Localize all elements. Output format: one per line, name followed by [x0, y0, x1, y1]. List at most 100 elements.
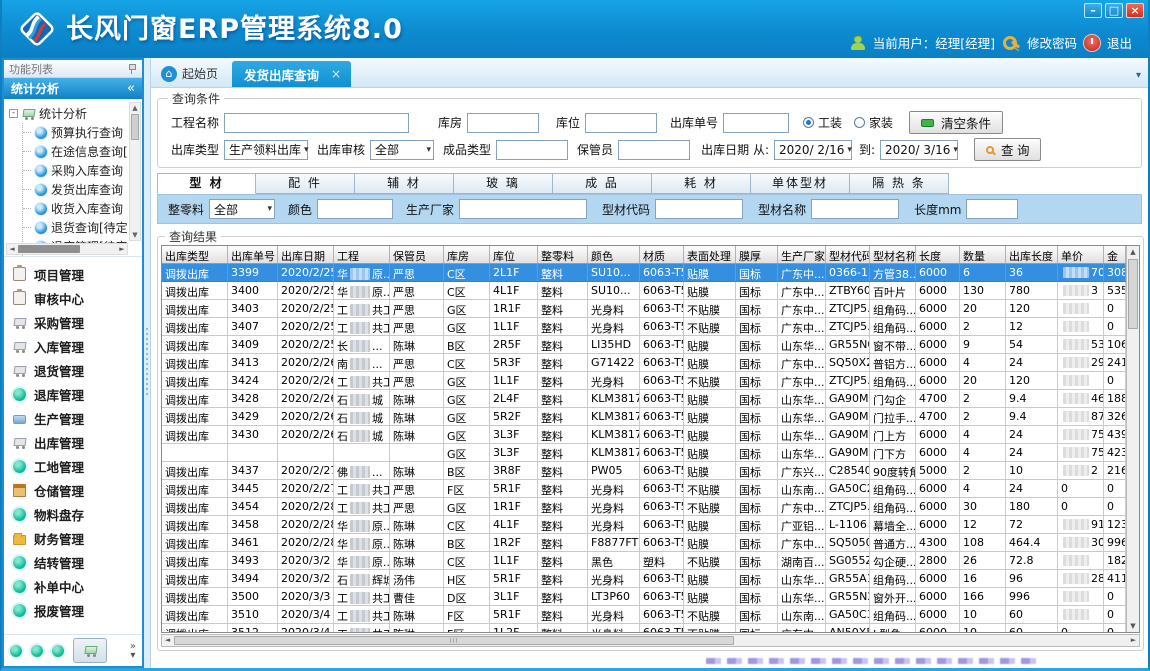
grid-vertical-scrollbar[interactable]: ▲ ▼ [1126, 246, 1139, 632]
color-input[interactable] [317, 199, 393, 219]
sidebar-item[interactable]: 物料盘存 [4, 502, 142, 526]
table-row[interactable]: 调拨出库34292020/2/26石城陈琳G区5R2F整料KLM38176063… [162, 408, 1126, 426]
whole-part-select[interactable]: 全部 [209, 199, 275, 219]
sidebar-item[interactable]: 补单中心 [4, 574, 142, 598]
tree-horizontal-scrollbar[interactable]: ◄ ► [6, 243, 128, 255]
maximize-button[interactable]: □ [1105, 3, 1123, 18]
column-header[interactable]: 库房 [444, 246, 490, 263]
table-row[interactable]: 调拨出库35102020/3/4工共工程陈琳F区5R1F整料光身料6063-T5… [162, 606, 1126, 624]
table-row[interactable]: 调拨出库34542020/2/28工共工程严思G区1R1F整料光身料6063-T… [162, 498, 1126, 516]
tree-root[interactable]: - 统计分析 [9, 103, 128, 123]
sidebar-item[interactable]: 退货管理 [4, 358, 142, 382]
table-row[interactable]: 调拨出库34942020/3/2石辉城汤伟H区5R1F整料光身料6063-T5贴… [162, 570, 1126, 588]
tab-home[interactable]: ⌂ 起始页 [157, 65, 232, 87]
tab-list-dropdown-icon[interactable]: ▾ [1136, 70, 1141, 81]
table-row[interactable]: 调拨出库34032020/2/25工共工程严思G区1R1F整料光身料6063-T… [162, 300, 1126, 318]
sidebar-item[interactable]: 工地管理 [4, 454, 142, 478]
audit-select[interactable]: 全部 [370, 140, 434, 160]
sidebar-item[interactable]: 审核中心 [4, 286, 142, 310]
column-header[interactable]: 型材名称 [870, 246, 916, 263]
project-name-input[interactable] [224, 113, 409, 133]
table-row[interactable]: 调拨出库34302020/2/26石城陈琳G区3L3F整料KLM38176063… [162, 426, 1126, 444]
column-header[interactable]: 膜厚 [736, 246, 778, 263]
column-header[interactable]: 生产厂家 [778, 246, 826, 263]
tree-item[interactable]: 收货入库查询 [23, 199, 128, 218]
date-from-select[interactable]: 2020/ 2/16 [774, 140, 852, 160]
column-header[interactable]: 保管员 [390, 246, 444, 263]
cart-tool-button[interactable] [73, 638, 107, 663]
table-row[interactable]: 调拨出库35122020/3/4工共工程陈琳F区1L2F整料光身料6063-T5… [162, 624, 1126, 632]
tree-item[interactable]: 预算执行查询 [23, 123, 128, 142]
length-input[interactable] [966, 199, 1018, 219]
table-row[interactable]: 调拨出库34612020/2/28华原...陈琳B区1R2F整料F8877FT6… [162, 534, 1126, 552]
column-header[interactable]: 出库类型 [162, 246, 228, 263]
sidebar-item[interactable]: 生产管理 [4, 406, 142, 430]
profile-code-input[interactable] [655, 199, 743, 219]
scroll-left-icon[interactable]: ◄ [162, 635, 173, 646]
table-row[interactable]: 调拨出库34452020/2/27工共工程严思F区5R1F整料光身料6063-T… [162, 480, 1126, 498]
material-tab[interactable]: 玻 璃 [454, 173, 553, 194]
search-button[interactable]: 查 询 [974, 138, 1041, 161]
sidebar-item[interactable]: 财务管理 [4, 526, 142, 550]
pin-icon[interactable] [127, 63, 137, 74]
tree-item[interactable]: 退货查询[待定] [23, 218, 128, 237]
clear-conditions-button[interactable]: 清空条件 [909, 111, 1003, 134]
table-row[interactable]: 调拨出库34002020/2/25华原...严思C区4L1F整料SU10...6… [162, 282, 1126, 300]
table-row[interactable]: 调拨出库34282020/2/26石城陈琳G区2L4F整料KLM38176063… [162, 390, 1126, 408]
minimize-button[interactable]: – [1084, 3, 1102, 18]
table-row[interactable]: 调拨出库34072020/2/25工共工程严思G区1L1F整料光身料6063-T… [162, 318, 1126, 336]
scroll-right-icon[interactable]: ► [1128, 635, 1139, 646]
maker-input[interactable] [459, 199, 587, 219]
dot-icon[interactable] [52, 645, 64, 657]
tab-shipment-outbound-query[interactable]: 发货出库查询 × [232, 61, 351, 87]
table-row[interactable]: 调拨出库33992020/2/25华原...严思C区2L1F整料SU10...6… [162, 264, 1126, 282]
column-header[interactable]: 整零料 [538, 246, 588, 263]
table-row[interactable]: G区3L3F整料KLM38176063-T5贴膜国标山东华...GA90M09.… [162, 444, 1126, 462]
scroll-up-icon[interactable]: ▲ [130, 103, 140, 113]
location-input[interactable] [585, 113, 657, 133]
scroll-down-icon[interactable]: ▼ [1127, 620, 1139, 632]
sidebar-item[interactable]: 报废管理 [4, 598, 142, 622]
table-row[interactable]: 调拨出库34092020/2/25长...陈琳B区2R5F整料LI35HD606… [162, 336, 1126, 354]
scroll-right-icon[interactable]: ► [117, 244, 127, 255]
tree-item[interactable]: 在途信息查询[待 [23, 142, 128, 161]
table-row[interactable]: 调拨出库34132020/2/26南...严思C区5R3F整料G71422606… [162, 354, 1126, 372]
scroll-up-icon[interactable]: ▲ [1127, 246, 1139, 258]
sidebar-item[interactable]: 采购管理 [4, 310, 142, 334]
tree-item[interactable]: 发货出库查询 [23, 180, 128, 199]
sidebar-item[interactable]: 结转管理 [4, 550, 142, 574]
table-row[interactable]: 调拨出库34242020/2/26工共工程严思G区1L1F整料光身料6063-T… [162, 372, 1126, 390]
column-header[interactable]: 颜色 [588, 246, 640, 263]
grid-horizontal-scrollbar[interactable]: ◄ III ► [161, 634, 1140, 647]
column-header[interactable]: 工程 [334, 246, 390, 263]
material-tab[interactable]: 耗 材 [652, 173, 751, 194]
material-tab[interactable]: 单体型材 [751, 173, 850, 194]
material-tab[interactable]: 成 品 [553, 173, 652, 194]
column-header[interactable]: 长度 [916, 246, 960, 263]
sidebar-item[interactable]: 入库管理 [4, 334, 142, 358]
logout-link[interactable]: 退出 [1107, 33, 1132, 52]
stats-section-header[interactable]: 统计分析 « [4, 78, 142, 99]
profile-name-input[interactable] [811, 199, 899, 219]
scroll-down-icon[interactable]: ▼ [130, 230, 140, 240]
column-header[interactable]: 金 [1104, 246, 1126, 263]
column-header[interactable]: 型材代码 [826, 246, 870, 263]
table-row[interactable]: 调拨出库34932020/3/2华原...陈琳C区1L1F整料黑色塑料不贴膜国标… [162, 552, 1126, 570]
material-tab[interactable]: 型 材 [157, 173, 256, 194]
tree-vertical-scrollbar[interactable]: ▲ ▼ [129, 102, 141, 241]
out-type-select[interactable]: 生产领料出库 [224, 140, 308, 160]
sidebar-splitter[interactable] [144, 58, 150, 668]
material-tab[interactable]: 配 件 [256, 173, 355, 194]
scrollbar-thumb[interactable] [18, 245, 80, 253]
warehouse-input[interactable] [467, 113, 539, 133]
column-header[interactable]: 数量 [960, 246, 1006, 263]
dot-icon[interactable] [10, 645, 22, 657]
sidebar-item[interactable]: 仓储管理 [4, 478, 142, 502]
close-button[interactable]: × [1126, 3, 1144, 18]
scrollbar-thumb[interactable] [1128, 259, 1138, 329]
date-to-select[interactable]: 2020/ 3/16 [880, 140, 958, 160]
material-tab[interactable]: 隔 热 条 [850, 173, 949, 194]
sidebar-item[interactable]: 出库管理 [4, 430, 142, 454]
scroll-left-icon[interactable]: ◄ [7, 244, 17, 255]
table-row[interactable]: 调拨出库34582020/2/28华原...陈琳C区4L1F整料光身料6063-… [162, 516, 1126, 534]
